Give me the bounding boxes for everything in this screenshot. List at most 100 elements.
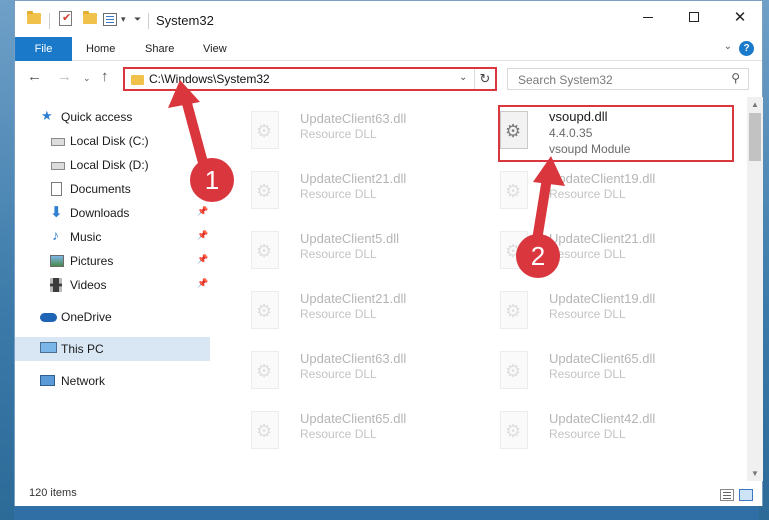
file-name: UpdateClient21.dll [300,171,407,186]
maximize-icon [689,12,699,22]
pictures-icon [50,255,64,267]
file-item[interactable]: ⚙ UpdateClient65.dll Resource DLL [490,347,730,403]
sidebar-item-local-disk-c[interactable]: Local Disk (C:) [15,129,210,153]
minimize-icon [643,16,653,18]
address-path[interactable]: C:\Windows\System32 [149,72,270,86]
dll-file-icon: ⚙ [247,171,283,213]
sidebar-item-label: Quick access [61,110,133,124]
file-item[interactable]: ⚙ UpdateClient63.dll Resource DLL [241,107,481,163]
address-bar[interactable]: C:\Windows\System32 ⌄ ↻ [123,67,497,91]
file-name: UpdateClient65.dll [300,411,407,426]
sidebar-item-quick-access[interactable]: ★ Quick access [15,105,210,129]
sidebar-item-documents[interactable]: Documents [15,177,210,201]
file-item[interactable]: ⚙ UpdateClient63.dll Resource DLL [241,347,481,403]
scrollbar-thumb[interactable] [749,113,761,161]
search-icon[interactable]: ⚲ [731,71,740,85]
sidebar-item-onedrive[interactable]: OneDrive [15,305,210,329]
cloud-icon [40,313,57,322]
details-view-icon[interactable] [720,489,734,501]
drive-icon [51,138,65,146]
dll-file-icon: ⚙ [496,351,532,393]
up-arrow-icon[interactable]: ↑ [101,68,109,85]
sidebar-item-network[interactable]: Network [15,369,210,393]
pin-icon[interactable]: 📌 [197,254,208,265]
navigation-pane: ★ Quick access Local Disk (C:) Local Dis… [15,99,211,479]
close-button[interactable]: ✕ [717,1,763,33]
file-description: Resource DLL [549,187,626,201]
sidebar-item-this-pc[interactable]: This PC [15,337,210,361]
folder-icon [27,11,41,24]
sidebar-item-label: Pictures [70,254,114,268]
file-name: UpdateClient19.dll [549,291,656,306]
sidebar-item-videos[interactable]: Videos 📌 [15,273,210,297]
maximize-button[interactable] [671,1,717,33]
file-name: UpdateClient19.dll [549,171,656,186]
properties-check-icon[interactable] [59,11,72,26]
chevron-down-icon[interactable]: ⌄ [459,72,467,83]
sidebar-item-downloads[interactable]: ⬇ Downloads 📌 [15,201,210,225]
sidebar-item-label: Local Disk (D:) [70,158,149,172]
scroll-up-icon[interactable]: ▲ [751,100,759,109]
file-item[interactable]: ⚙ UpdateClient19.dll Resource DLL [490,167,730,223]
help-icon[interactable]: ? [739,41,754,56]
chevron-down-icon[interactable]: ▾ [121,14,126,25]
navigation-bar: ← → ⌄ ↑ C:\Windows\System32 ⌄ ↻ Search S… [15,63,762,95]
tab-view[interactable]: View [195,37,235,61]
refresh-icon[interactable]: ↻ [474,69,495,89]
tab-share[interactable]: Share [137,37,182,61]
file-name: UpdateClient21.dll [300,291,407,306]
file-item[interactable]: ⚙ UpdateClient21.dll Resource DLL [241,167,481,223]
file-description: Resource DLL [300,307,377,321]
computer-icon [40,342,57,353]
title-bar: ▾ ⏷ System32 ✕ [15,1,762,39]
file-description: Resource DLL [549,247,626,261]
tab-file[interactable]: File [15,37,72,61]
dll-file-icon: ⚙ [247,351,283,393]
film-icon [50,278,62,292]
back-arrow-icon[interactable]: ← [27,68,42,85]
customize-toolbar-icon[interactable]: ⏷ [134,14,141,25]
recent-locations-chevron-icon[interactable]: ⌄ [83,73,91,84]
star-icon: ★ [41,108,53,123]
forward-arrow-icon[interactable]: → [57,68,72,85]
sidebar-item-label: Downloads [70,206,130,220]
large-icons-view-icon[interactable] [739,489,753,501]
folder-icon [131,75,144,85]
file-description: Resource DLL [549,367,626,381]
tab-home[interactable]: Home [78,37,123,61]
file-description: Resource DLL [300,187,377,201]
file-description: Resource DLL [300,247,377,261]
file-item[interactable]: ⚙ UpdateClient5.dll Resource DLL [241,227,481,283]
file-item[interactable]: ⚙ UpdateClient19.dll Resource DLL [490,287,730,343]
file-item[interactable]: ⚙ UpdateClient21.dll Resource DLL [241,287,481,343]
sidebar-item-label: Music [70,230,102,244]
expand-ribbon-icon[interactable]: ⌄ [724,41,732,52]
drive-icon [51,162,65,170]
minimize-button[interactable] [625,1,671,33]
file-item[interactable]: ⚙ UpdateClient42.dll Resource DLL [490,407,730,463]
file-item[interactable]: ⚙ UpdateClient65.dll Resource DLL [241,407,481,463]
new-folder-icon[interactable] [83,11,97,24]
sidebar-item-label: OneDrive [61,310,112,324]
scroll-down-icon[interactable]: ▼ [751,469,759,478]
window-title: System32 [156,13,214,28]
step-marker-2: 2 [516,234,560,278]
sidebar-item-label: Documents [70,182,131,196]
sidebar-item-pictures[interactable]: Pictures 📌 [15,249,210,273]
sidebar-item-local-disk-d[interactable]: Local Disk (D:) [15,153,210,177]
search-box[interactable]: Search System32 ⚲ [507,68,749,90]
item-count: 120 items [29,487,77,499]
file-explorer-window: ▾ ⏷ System32 ✕ File Home Share View ⌄ ? … [14,0,763,506]
sidebar-item-music[interactable]: ♪ Music 📌 [15,225,210,249]
file-description: Resource DLL [549,427,626,441]
file-list: ⚙ UpdateClient63.dll Resource DLL ⚙ Upda… [227,97,747,475]
pin-icon[interactable]: 📌 [197,206,208,217]
pin-icon[interactable]: 📌 [197,230,208,241]
highlight-box-file [498,105,734,162]
vertical-scrollbar[interactable]: ▲ ▼ [747,97,763,481]
pin-icon[interactable]: 📌 [197,278,208,289]
dll-file-icon: ⚙ [496,171,532,213]
status-bar: 120 items [15,485,762,506]
dll-file-icon: ⚙ [496,411,532,453]
quick-access-toolbar-icon[interactable] [103,13,117,26]
